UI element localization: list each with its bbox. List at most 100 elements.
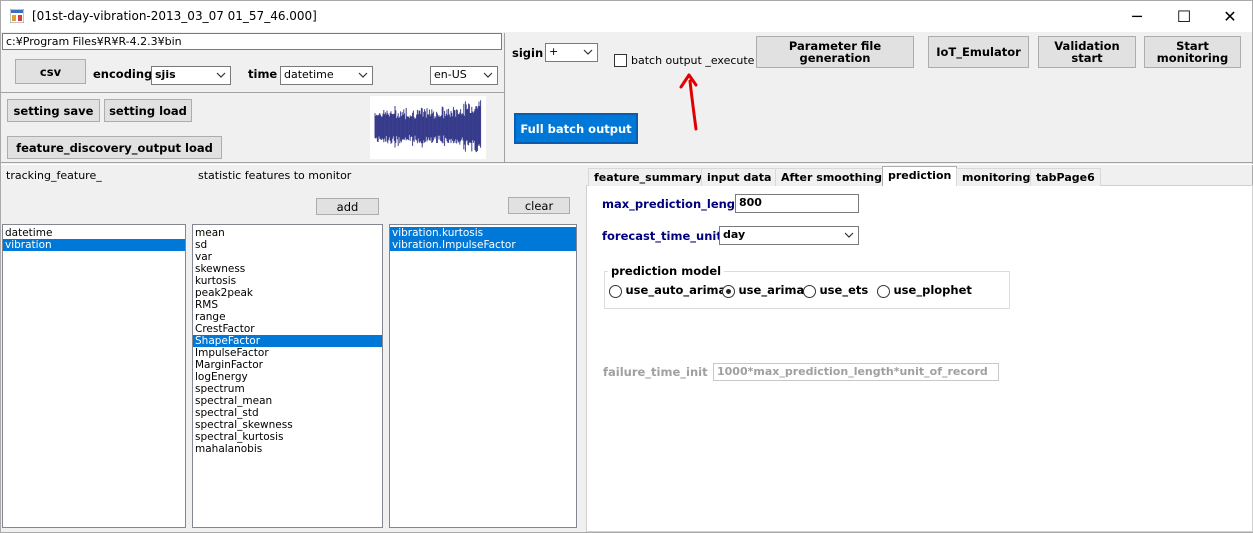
start-monitoring-button[interactable]: Start monitoring [1144,36,1241,68]
chevron-down-icon [844,232,854,238]
list-item[interactable]: mean [193,227,382,239]
tab-monitoring[interactable]: monitoring [956,168,1037,186]
list-item[interactable]: ShapeFactor [193,335,382,347]
forecast-time-unit-select[interactable]: day [719,226,859,245]
close-button[interactable]: ✕ [1207,1,1253,32]
forecast-time-unit-label: forecast_time_unit [602,229,722,243]
iot-emulator-button[interactable]: IoT_Emulator [928,36,1029,68]
sigin-label: sigin [512,46,544,60]
list-item[interactable]: spectral_kurtosis [193,431,382,443]
sigin-value: + [549,45,559,58]
model-option-label: use_arima [738,283,805,297]
model-option-label: use_plophet [893,283,972,297]
list-item[interactable]: CrestFactor [193,323,382,335]
radio-arima[interactable] [722,284,735,298]
vibration-waveform-thumbnail [370,96,486,159]
divider [1,164,1253,165]
chevron-down-icon [358,72,368,78]
batch-output-execute-label: batch output _execute [631,54,755,67]
window-title: [01st-day-vibration-2013_03_07 01_57_46.… [32,9,317,23]
monitored-features-list[interactable]: vibration.kurtosis vibration.ImpulseFacto… [389,224,577,528]
radio-plophet[interactable] [877,284,890,298]
list-item[interactable]: range [193,311,382,323]
minimize-icon: ─ [1132,7,1142,26]
maximize-button[interactable]: ☐ [1161,1,1207,32]
statistic-features-list[interactable]: mean sd var skewness kurtosis peak2peak RMS ran… [192,224,383,528]
chevron-down-icon [216,72,226,78]
list-item[interactable]: datetime [3,227,185,239]
setting-save-button[interactable]: setting save [7,99,100,122]
minimize-button[interactable]: ─ [1114,1,1160,32]
locale-value: en-US [434,68,467,81]
statistic-features-label: statistic features to monitor [198,169,352,182]
close-icon: ✕ [1223,7,1237,26]
prediction-model-label: prediction model [608,264,725,278]
divider [504,33,505,163]
max-prediction-length-input[interactable]: 800 [735,194,859,213]
failure-time-init-label: failure_time_init [603,365,708,379]
locale-select[interactable]: en-US [430,66,498,85]
list-item[interactable]: logEnergy [193,371,382,383]
full-batch-output-button[interactable]: Full batch output [514,113,638,144]
list-item[interactable]: MarginFactor [193,359,382,371]
divider [1,162,1253,163]
model-option-ets[interactable]: use_ets [803,283,868,298]
tab-input-data[interactable]: input data [701,168,778,186]
chevron-down-icon [483,72,493,78]
title-bar: [01st-day-vibration-2013_03_07 01_57_46.… [1,1,1252,32]
tracking-feature-label: tracking_feature_ [6,169,102,182]
tab-prediction[interactable]: prediction [882,166,958,186]
model-option-auto-arima[interactable]: use_auto_arima [609,283,726,298]
list-item[interactable]: vibration.kurtosis [390,227,576,239]
list-item[interactable]: spectral_skewness [193,419,382,431]
list-item[interactable]: peak2peak [193,287,382,299]
parameter-file-generation-button[interactable]: Parameter file generation [756,36,914,68]
annotation-arrow [679,73,698,131]
divider [1,92,504,93]
list-item[interactable]: var [193,251,382,263]
model-option-plophet[interactable]: use_plophet [877,283,972,298]
list-item[interactable]: ImpulseFactor [193,347,382,359]
csv-button[interactable]: csv [15,59,86,84]
time-label: time [248,67,278,81]
chevron-down-icon [583,49,593,55]
list-item[interactable]: spectral_mean [193,395,382,407]
list-item[interactable]: spectrum [193,383,382,395]
model-option-arima[interactable]: use_arima [722,283,804,298]
list-item[interactable]: sd [193,239,382,251]
r-path-field[interactable]: c:¥Program Files¥R¥R-4.2.3¥bin [2,33,502,50]
tracking-feature-list[interactable]: datetime vibration [2,224,186,528]
list-item[interactable]: RMS [193,299,382,311]
application-window: [01st-day-vibration-2013_03_07 01_57_46.… [0,0,1253,533]
sigin-select[interactable]: + [545,43,598,62]
max-prediction-length-label: max_prediction_length [602,197,749,211]
encoding-value: sjis [155,68,176,81]
tab-tabpage6[interactable]: tabPage6 [1030,168,1101,186]
forecast-time-unit-value: day [723,228,746,241]
model-option-label: use_auto_arima [625,283,727,297]
list-item[interactable]: spectral_std [193,407,382,419]
batch-output-execute-checkbox[interactable] [614,54,627,67]
clear-button[interactable]: clear [508,197,570,214]
radio-auto-arima[interactable] [609,284,622,298]
app-icon [10,9,24,23]
setting-load-button[interactable]: setting load [104,99,192,122]
encoding-select[interactable]: sjis [151,66,231,85]
tab-feature-summary[interactable]: feature_summary [588,168,709,186]
tab-after-smoothing[interactable]: After smoothing [775,168,888,186]
list-item[interactable]: vibration.ImpulseFactor [390,239,576,251]
encoding-label: encoding [93,67,153,81]
maximize-icon: ☐ [1176,7,1192,26]
list-item[interactable]: kurtosis [193,275,382,287]
add-button[interactable]: add [316,198,379,215]
list-item[interactable]: vibration [3,239,185,251]
radio-ets[interactable] [803,284,816,298]
validation-start-button[interactable]: Validation start [1038,36,1136,68]
failure-time-init-input[interactable]: 1000*max_prediction_length*unit_of_recor… [713,363,999,381]
list-item[interactable]: mahalanobis [193,443,382,455]
time-value: datetime [284,68,334,81]
time-select[interactable]: datetime [280,66,373,85]
list-item[interactable]: skewness [193,263,382,275]
feature-discovery-output-load-button[interactable]: feature_discovery_output load [7,136,222,159]
model-option-label: use_ets [819,283,869,297]
